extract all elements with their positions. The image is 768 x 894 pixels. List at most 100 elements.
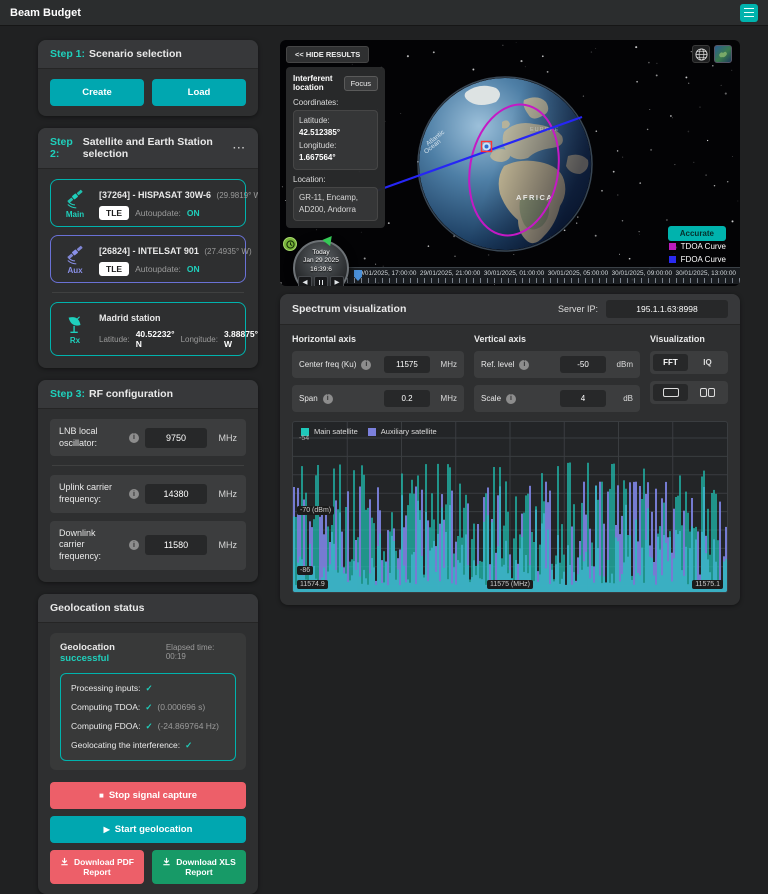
info-icon[interactable]: i [361, 360, 371, 370]
main-satellite-tle-badge[interactable]: TLE [99, 206, 129, 220]
dual-panel-button[interactable] [690, 384, 725, 401]
aux-satellite-card[interactable]: Aux [26824] - INTELSAT 901 (27.4935° W) … [50, 235, 246, 283]
pause-button[interactable] [314, 276, 328, 286]
accurate-badge[interactable]: Accurate [668, 226, 726, 241]
spectrum-panel: Spectrum visualization Server IP: Horizo… [280, 294, 740, 605]
vertical-axis-title: Vertical axis [474, 334, 640, 344]
clock-time: 16:39:6 [303, 266, 339, 274]
interferent-location-panel: Interferent location Focus Coordinates: … [286, 67, 385, 228]
main-content: Step 1: Scenario selection Create Load S… [0, 26, 768, 894]
aux-satellite-legend: Auxiliary satellite [368, 427, 437, 436]
left-column: Step 1: Scenario selection Create Load S… [38, 40, 258, 894]
timeline-label: 30/01/2025, 01:00:00 [484, 270, 544, 277]
uplink-input[interactable] [145, 484, 207, 504]
station-role: Rx [70, 336, 80, 345]
step3-title: RF configuration [89, 388, 173, 400]
info-icon[interactable]: i [129, 489, 139, 499]
y-axis-label-top: -54 [299, 435, 309, 442]
downlink-label: Downlink carrier frequency: [59, 528, 123, 563]
lnb-label: LNB local oscillator: [59, 426, 123, 449]
earth-station-card[interactable]: Rx Madrid station Latitude: 40.52232° N … [50, 302, 246, 356]
downlink-row: Downlink carrier frequency: i MHz [50, 521, 246, 570]
span-input[interactable] [384, 390, 430, 407]
top-bar: Beam Budget [0, 0, 768, 26]
fdoa-legend-item: FDOA Curve [669, 255, 726, 264]
hide-results-button[interactable]: << HIDE RESULTS [286, 46, 369, 63]
realtime-clock-button[interactable] [283, 237, 297, 251]
downlink-input[interactable] [145, 535, 207, 555]
x-axis-label-center: 11575 (MHz) [487, 580, 533, 589]
x-axis-label-right: 11575.1 [692, 580, 723, 589]
step3-header: Step 3: RF configuration [38, 380, 258, 409]
pause-icon [319, 280, 321, 285]
create-button[interactable]: Create [50, 79, 144, 106]
aux-satellite-swatch [368, 428, 376, 436]
divider [52, 292, 244, 293]
base-layer-picker-button[interactable] [714, 45, 732, 63]
server-ip-input[interactable] [606, 300, 728, 318]
spectrum-title: Spectrum visualization [292, 303, 406, 315]
info-icon[interactable]: i [506, 394, 516, 404]
step-back-button[interactable]: ◀ [298, 276, 312, 286]
step1-header: Step 1: Scenario selection [38, 40, 258, 69]
step1-card: Step 1: Scenario selection Create Load [38, 40, 258, 116]
iq-button[interactable]: IQ [690, 354, 725, 371]
projection-globe-button[interactable] [692, 45, 710, 63]
coordinates-box: Latitude: 42.512385° Longitude: 1.667564… [293, 110, 378, 170]
start-geolocation-button[interactable]: ▶Start geolocation [50, 816, 246, 843]
timeline[interactable]: 29/01/2025, 17:00:00 29/01/2025, 21:00:0… [340, 267, 740, 284]
curve-legend: TDOA Curve FDOA Curve [669, 242, 726, 264]
coordinates-title: Coordinates: [293, 98, 378, 107]
step2-label: Step 2: [50, 136, 79, 160]
timeline-label: 30/01/2025, 09:00:00 [612, 270, 672, 277]
stop-signal-capture-button[interactable]: ■Stop signal capture [50, 782, 246, 809]
ref-level-input[interactable] [560, 356, 606, 373]
info-icon[interactable]: i [519, 360, 529, 370]
scale-unit: dB [611, 394, 633, 403]
span-label: Span [299, 394, 318, 403]
longitude-value: 1.667564° [299, 153, 336, 162]
hamburger-menu-button[interactable] [740, 4, 758, 22]
map-layer-icon [717, 48, 729, 60]
load-button[interactable]: Load [152, 79, 246, 106]
step3-card: Step 3: RF configuration LNB local oscil… [38, 380, 258, 582]
step-forward-button[interactable]: ▶ [330, 276, 344, 286]
timeline-ticks [340, 278, 740, 283]
check-icon: ✓ [185, 740, 192, 751]
download-pdf-button[interactable]: Download PDF Report [50, 850, 144, 884]
globe-3d-view[interactable]: Atlantic Ocean EUROPE AFRICA << HIDE RES… [280, 40, 740, 286]
scale-input[interactable] [560, 390, 606, 407]
timeline-label: 30/01/2025, 13:00:00 [676, 270, 736, 277]
fdoa-value: (-24.869764 Hz) [158, 721, 219, 731]
timeline-label: 30/01/2025, 05:00:00 [548, 270, 608, 277]
lnb-input[interactable] [145, 428, 207, 448]
check-processing-inputs: Processing inputs: ✓ [71, 683, 225, 694]
tdoa-swatch [669, 243, 676, 250]
info-icon[interactable]: i [323, 394, 333, 404]
aux-satellite-tle-badge[interactable]: TLE [99, 262, 129, 276]
focus-button[interactable]: Focus [344, 76, 378, 91]
step2-title: Satellite and Earth Station selection [83, 136, 229, 160]
main-satellite-card[interactable]: Main [37264] - HISPASAT 30W-6 (29.9819° … [50, 179, 246, 227]
single-panel-button[interactable] [653, 384, 688, 401]
fft-iq-toggle: FFT IQ [650, 351, 728, 374]
download-icon [162, 857, 171, 866]
lnb-unit: MHz [213, 433, 237, 443]
tab-interferent-location[interactable]: Interferent location [293, 74, 339, 92]
center-freq-input[interactable] [384, 356, 430, 373]
latitude-value: 42.512385° [299, 128, 340, 137]
info-icon[interactable]: i [129, 540, 139, 550]
horizontal-axis-title: Horizontal axis [292, 334, 464, 344]
step1-label: Step 1: [50, 48, 85, 60]
download-xls-button[interactable]: Download XLS Report [152, 850, 246, 884]
fft-button[interactable]: FFT [653, 354, 688, 371]
step2-overflow-menu[interactable]: ··· [233, 143, 246, 154]
aux-satellite-name: [26824] - INTELSAT 901 [99, 246, 199, 256]
map-label-africa: AFRICA [516, 193, 553, 202]
main-satellite-name: [37264] - HISPASAT 30W-6 [99, 190, 211, 200]
aux-satellite-position: (27.4935° W) [204, 247, 251, 256]
step2-card: Step 2: Satellite and Earth Station sele… [38, 128, 258, 368]
spectrum-plot [293, 422, 727, 592]
info-icon[interactable]: i [129, 433, 139, 443]
tdoa-value: (0.000696 s) [157, 702, 205, 712]
